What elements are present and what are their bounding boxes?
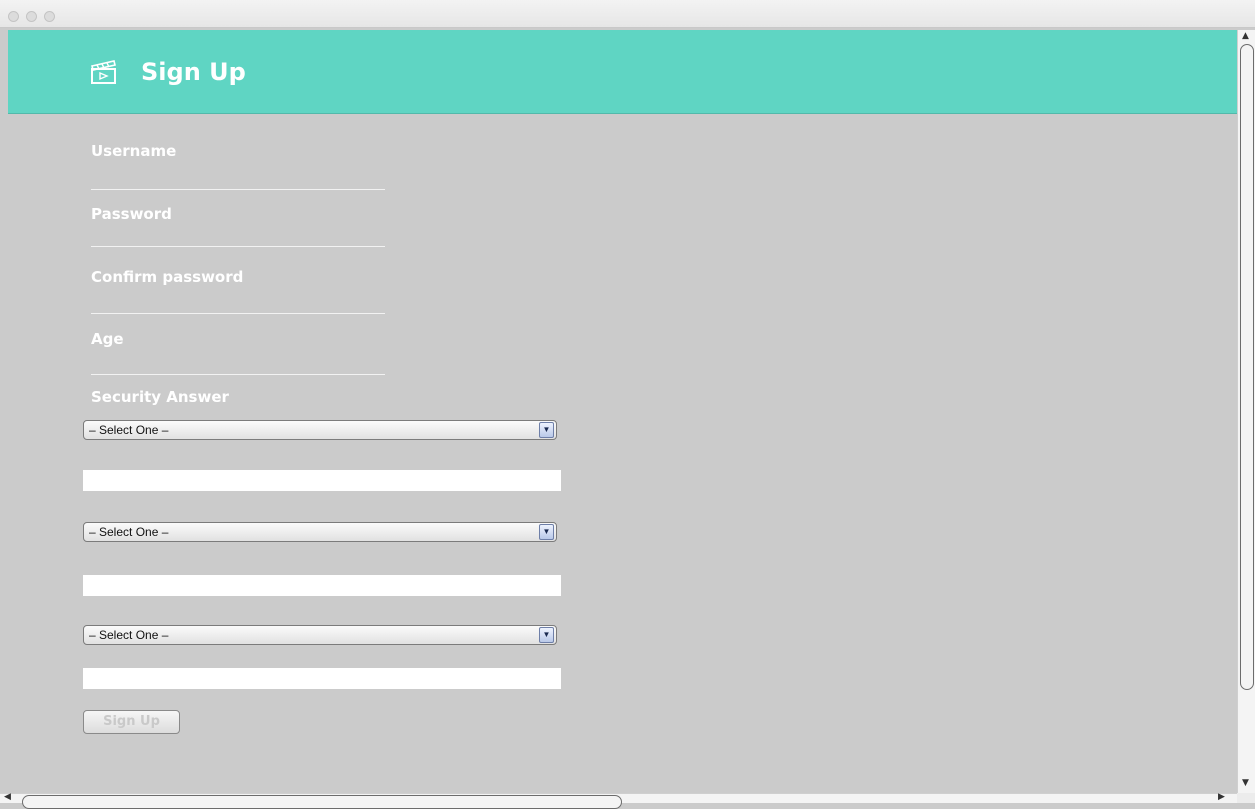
- zoom-window-button[interactable]: [44, 11, 55, 22]
- security-answer-3-input[interactable]: [83, 668, 561, 689]
- confirm-password-label[interactable]: Confirm password: [91, 268, 243, 286]
- security-question-3-value: – Select One –: [89, 628, 169, 642]
- horizontal-scroll-thumb[interactable]: [22, 795, 622, 809]
- dropdown-arrow-icon: ▼: [539, 627, 554, 643]
- username-field-underline: [91, 189, 385, 190]
- sign-up-button[interactable]: Sign Up: [83, 710, 180, 734]
- scrollbar-corner: [1237, 793, 1255, 803]
- confirm-password-field-underline: [91, 313, 385, 314]
- vertical-scrollbar[interactable]: ▲ ▼: [1237, 30, 1255, 793]
- security-question-1-select[interactable]: – Select One – ▼: [83, 420, 557, 440]
- scroll-up-arrow-icon[interactable]: ▲: [1242, 31, 1249, 41]
- security-question-1-value: – Select One –: [89, 423, 169, 437]
- vertical-scroll-thumb[interactable]: [1240, 44, 1254, 690]
- clapperboard-icon: [91, 60, 116, 84]
- signup-panel: Sign Up Username Password Confirm passwo…: [8, 30, 1237, 793]
- minimize-window-button[interactable]: [26, 11, 37, 22]
- security-question-2-value: – Select One –: [89, 525, 169, 539]
- close-window-button[interactable]: [8, 11, 19, 22]
- security-question-3-select[interactable]: – Select One – ▼: [83, 625, 557, 645]
- dropdown-arrow-icon: ▼: [539, 524, 554, 540]
- dropdown-arrow-icon: ▼: [539, 422, 554, 438]
- age-field-underline: [91, 374, 385, 375]
- security-question-2-select[interactable]: – Select One – ▼: [83, 522, 557, 542]
- security-answer-1-input[interactable]: [83, 470, 561, 491]
- scroll-left-arrow-icon[interactable]: ◀: [4, 792, 11, 802]
- username-label[interactable]: Username: [91, 142, 176, 160]
- window-titlebar: [0, 0, 1255, 28]
- scroll-down-arrow-icon[interactable]: ▼: [1242, 778, 1249, 788]
- scroll-right-arrow-icon[interactable]: ▶: [1218, 792, 1225, 802]
- horizontal-scrollbar[interactable]: ◀ ▶: [0, 792, 1237, 809]
- page-title: Sign Up: [141, 58, 246, 86]
- password-label[interactable]: Password: [91, 205, 172, 223]
- security-answer-label: Security Answer: [91, 388, 229, 406]
- password-field-underline: [91, 246, 385, 247]
- age-label[interactable]: Age: [91, 330, 124, 348]
- security-answer-2-input[interactable]: [83, 575, 561, 596]
- page-header: Sign Up: [8, 30, 1237, 114]
